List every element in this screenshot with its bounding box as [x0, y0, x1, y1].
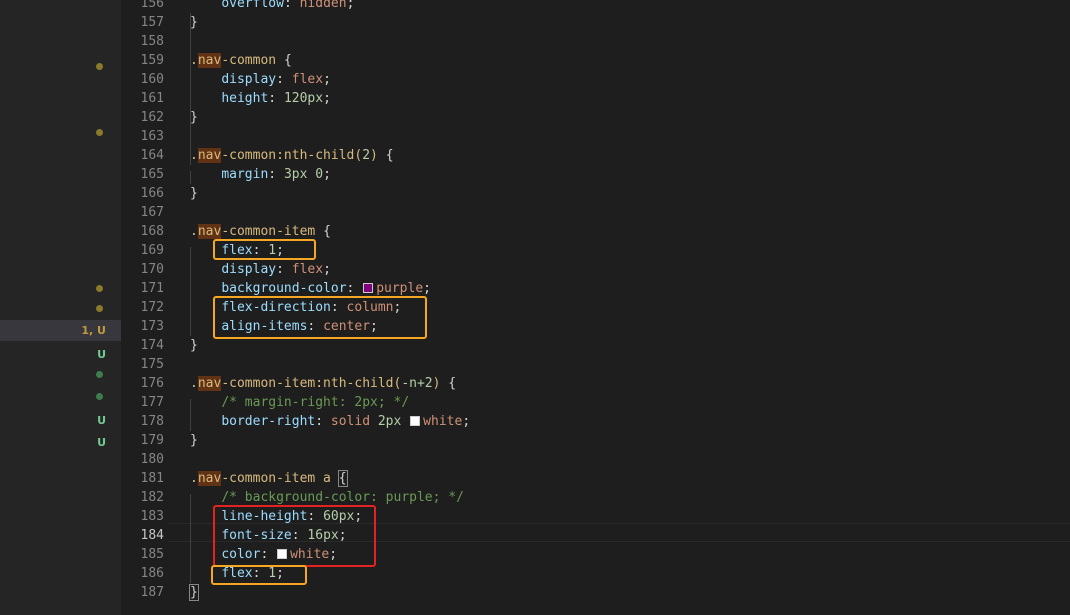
line-number: 186: [140, 566, 164, 581]
line-number: 172: [140, 300, 164, 315]
code-line-179: }: [190, 433, 198, 448]
line-number: 156: [140, 0, 164, 11]
annotation-box-red: [213, 505, 376, 567]
line-number: 185: [140, 547, 164, 562]
line-number: 162: [140, 110, 164, 125]
line-number: 165: [140, 167, 164, 182]
line-number: 179: [140, 433, 164, 448]
scm-status-label: U: [97, 348, 106, 361]
code-comment: /* margin-right: 2px; */: [221, 395, 410, 410]
line-number: 157: [140, 15, 164, 30]
line-number: 178: [140, 414, 164, 429]
line-number: 168: [140, 224, 164, 239]
code-line-161: height: 120px;: [221, 91, 331, 106]
code-line-187: }: [189, 583, 199, 602]
scm-status-label: U: [97, 436, 106, 449]
code-line-176: .nav-common-item:nth-child(-n+2) {: [190, 376, 457, 391]
annotation-box-orange: [211, 565, 307, 585]
line-number: 164: [140, 148, 164, 163]
code-line-174: }: [190, 338, 198, 353]
line-number: 183: [140, 509, 164, 524]
line-number: 173: [140, 319, 164, 334]
code-line-177: /* margin-right: 2px; */: [190, 393, 409, 412]
line-number: 163: [140, 129, 164, 144]
line-number: 180: [140, 452, 164, 467]
line-number: 187: [140, 585, 164, 600]
line-number: 170: [140, 262, 164, 277]
line-number: 175: [140, 357, 164, 372]
code-line-160: display: flex;: [221, 72, 331, 87]
code-line-178: border-right: solid 2px white;: [221, 414, 471, 429]
line-number: 171: [140, 281, 164, 296]
line-number: 169: [140, 243, 164, 258]
code-comment: /* background-color: purple; */: [221, 490, 464, 505]
line-number: 158: [140, 34, 164, 49]
scm-status-label: U: [97, 414, 106, 427]
css-property: overflow: [221, 0, 284, 11]
matched-bracket: {: [337, 470, 348, 487]
search-match: nav: [197, 224, 222, 239]
code-line-157: }: [190, 15, 198, 30]
annotation-box-orange: [213, 296, 427, 339]
line-number: 174: [140, 338, 164, 353]
line-number: 166: [140, 186, 164, 201]
annotation-box-orange: [213, 239, 316, 260]
code-editor[interactable]: overflow: hidden; } .nav-common { displa…: [168, 0, 1070, 615]
line-number-gutter: 156 157 158 159 160 161 162 163 164 165 166 167 168 1…: [121, 0, 168, 615]
code-line-166: }: [190, 186, 198, 201]
css-value: hidden: [299, 0, 347, 11]
line-number: 184: [140, 528, 164, 543]
search-match: nav: [197, 53, 222, 68]
color-swatch-icon[interactable]: [410, 416, 421, 426]
code-line-165: margin: 3px 0;: [221, 167, 331, 182]
search-match: nav: [197, 148, 222, 163]
line-number: 161: [140, 91, 164, 106]
code-line-170: display: flex;: [221, 262, 331, 277]
change-dot-icon: [96, 285, 103, 292]
change-dot-icon: [96, 393, 103, 400]
matched-bracket: }: [189, 584, 199, 601]
css-selector: -common: [221, 53, 277, 68]
line-number: 181: [140, 471, 164, 486]
line-number: 176: [140, 376, 164, 391]
code-line-162: }: [190, 110, 198, 125]
change-dot-icon: [96, 63, 103, 70]
code-line-164: .nav-common:nth-child(2) {: [190, 148, 394, 163]
activity-sidebar: 1, UUUU: [0, 0, 121, 615]
search-match: nav: [197, 471, 222, 486]
change-dot-icon: [96, 305, 103, 312]
search-match: nav: [197, 376, 222, 391]
code-line-181: .nav-common-item a {: [190, 470, 348, 487]
code-line-159: .nav-common {: [190, 53, 292, 68]
scm-status-label: 1, U: [81, 324, 106, 337]
code-line-156: overflow: hidden;: [190, 0, 354, 13]
change-dot-icon: [96, 129, 103, 136]
line-number: 177: [140, 395, 164, 410]
line-number: 167: [140, 205, 164, 220]
line-number: 159: [140, 53, 164, 68]
change-dot-icon: [96, 371, 103, 378]
line-number: 182: [140, 490, 164, 505]
line-number: 160: [140, 72, 164, 87]
color-swatch-icon[interactable]: [363, 283, 374, 293]
